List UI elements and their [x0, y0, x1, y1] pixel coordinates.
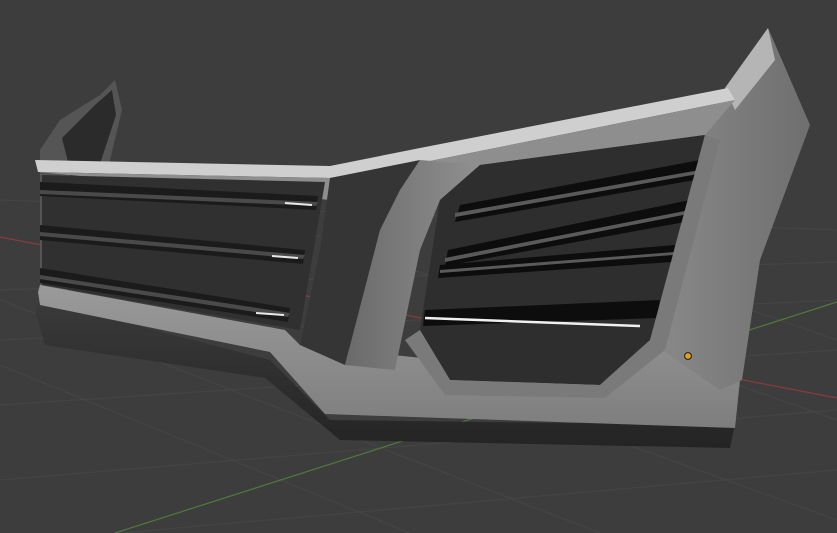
3d-viewport[interactable]: [0, 0, 837, 533]
bumper-model[interactable]: [35, 28, 810, 448]
viewport-canvas[interactable]: [0, 0, 837, 533]
object-origin-dot[interactable]: [684, 352, 692, 360]
